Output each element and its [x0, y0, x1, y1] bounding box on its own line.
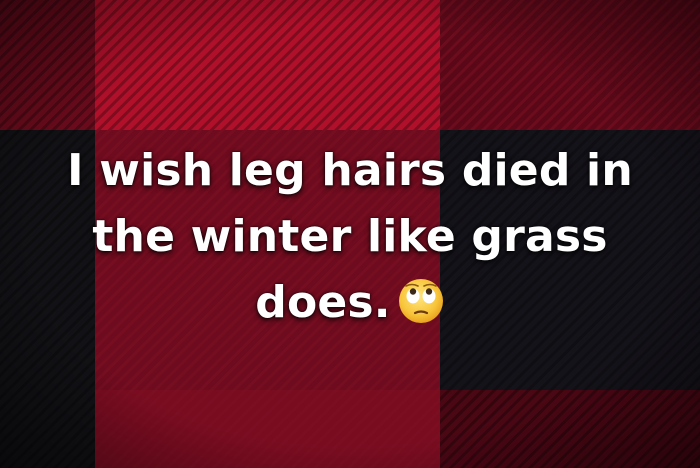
image-frame: I wish leg hairs died in the winter like…: [0, 0, 700, 468]
caption-line-2: the winter like grass: [92, 211, 608, 262]
caption-line-3-text: does.: [255, 277, 391, 328]
caption-line-1: I wish leg hairs died in: [67, 145, 633, 196]
meme-caption: I wish leg hairs died in the winter like…: [0, 138, 700, 336]
face-with-rolling-eyes-icon: [398, 279, 443, 323]
caption-line-3: does.: [0, 270, 700, 336]
